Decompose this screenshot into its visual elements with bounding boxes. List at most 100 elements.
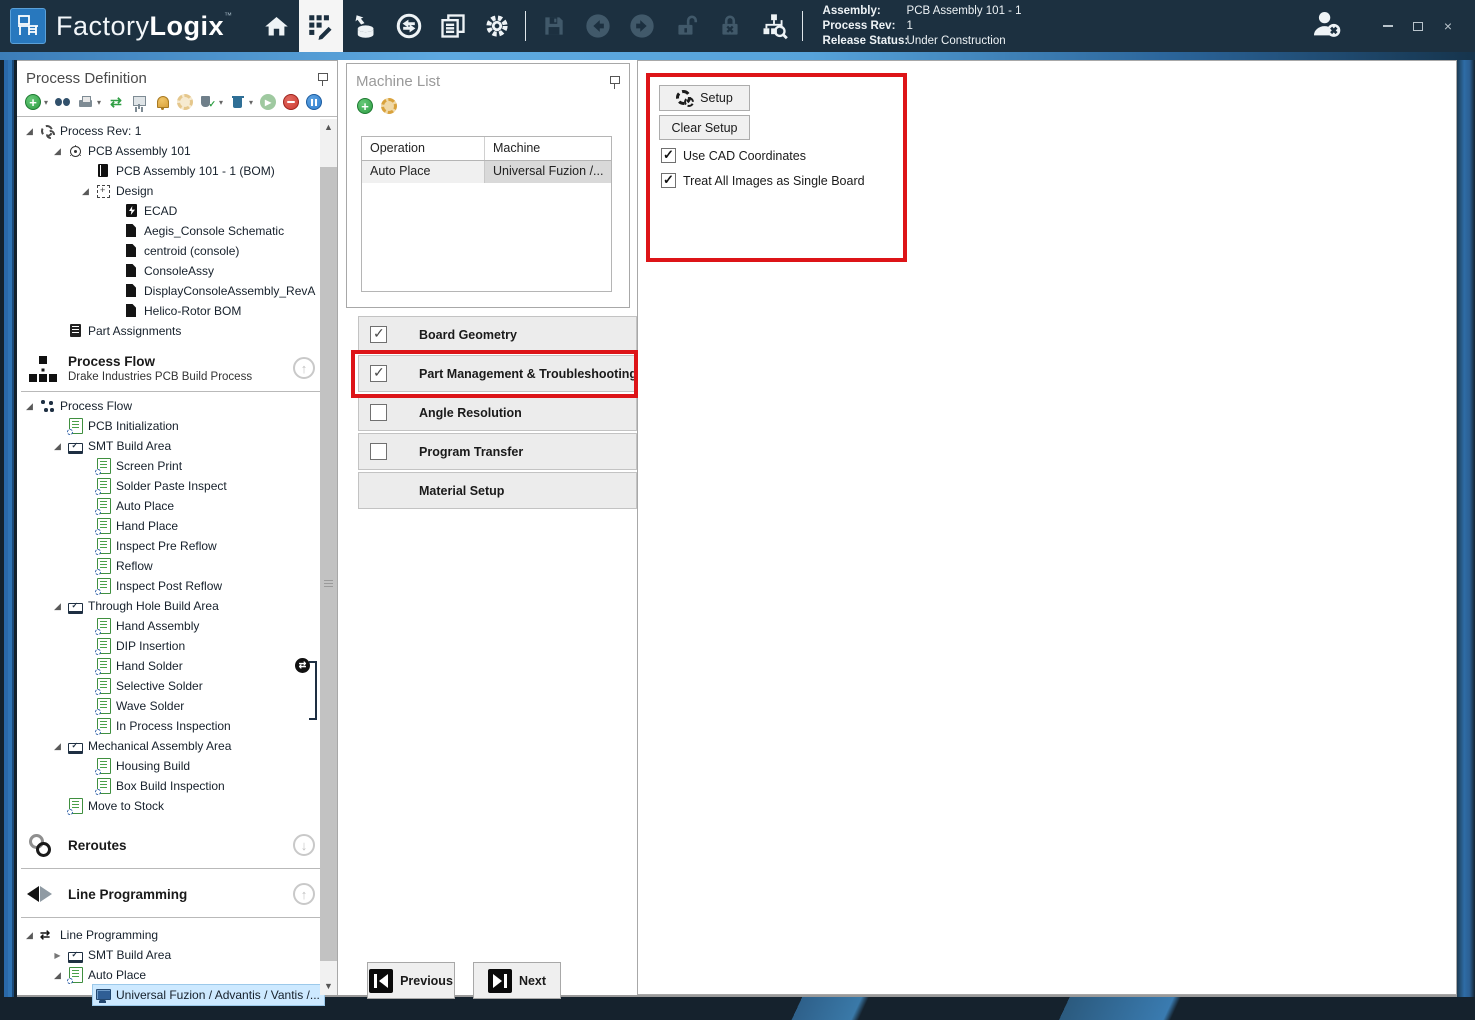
tree-item[interactable]: Aegis_Console Schematic bbox=[17, 221, 337, 241]
tree-item[interactable]: PCB Initialization bbox=[17, 416, 337, 436]
step-row[interactable]: Program Transfer bbox=[358, 433, 637, 470]
expander-icon[interactable] bbox=[50, 741, 65, 752]
chevron-down-icon[interactable]: ▾ bbox=[97, 98, 101, 107]
search-icon[interactable] bbox=[55, 94, 71, 110]
unlock-button[interactable] bbox=[664, 0, 708, 52]
table-row[interactable]: Auto Place Universal Fuzion /... bbox=[362, 161, 611, 183]
logout-user-button[interactable] bbox=[1309, 7, 1343, 46]
tree-item[interactable]: Part Assignments bbox=[17, 321, 337, 341]
process-definition-tab[interactable] bbox=[299, 0, 343, 52]
setup-button[interactable]: Setup bbox=[659, 85, 750, 111]
release-status-stop-icon[interactable] bbox=[283, 94, 299, 110]
tree-item[interactable]: In Process Inspection bbox=[17, 716, 337, 736]
scrollbar[interactable]: ▲ ▼ bbox=[320, 119, 337, 995]
release-status-hold-icon[interactable] bbox=[306, 94, 322, 110]
minimize-button[interactable] bbox=[1375, 15, 1401, 37]
tree-item[interactable]: Through Hole Build Area bbox=[17, 596, 337, 616]
tree-item[interactable]: DisplayConsoleAssembly_RevA bbox=[17, 281, 337, 301]
save-button[interactable] bbox=[532, 0, 576, 52]
tree-item[interactable]: SMT Build Area bbox=[17, 436, 337, 456]
tree-item[interactable]: Auto Place bbox=[17, 965, 337, 985]
tree-item[interactable]: ConsoleAssy bbox=[17, 261, 337, 281]
scroll-up-icon[interactable]: ▲ bbox=[320, 119, 337, 136]
chevron-down-icon[interactable]: ▾ bbox=[249, 98, 253, 107]
audit-view-button[interactable] bbox=[752, 0, 796, 52]
documents-button[interactable] bbox=[431, 0, 475, 52]
column-header-operation[interactable]: Operation bbox=[362, 137, 485, 160]
tree-item[interactable]: Process Rev: 1 bbox=[17, 121, 337, 141]
close-button[interactable]: × bbox=[1435, 15, 1461, 37]
forward-button[interactable] bbox=[620, 0, 664, 52]
step-row[interactable]: Board Geometry bbox=[358, 316, 637, 353]
release-status-go-icon[interactable]: ▶ bbox=[260, 94, 276, 110]
add-machine-button[interactable]: + bbox=[357, 98, 373, 114]
step-checkbox[interactable] bbox=[370, 365, 387, 382]
sync-icon[interactable]: ⇄ bbox=[108, 94, 124, 110]
expander-icon[interactable] bbox=[50, 970, 65, 981]
reroutes-section-header[interactable]: Reroutes ↓ bbox=[17, 824, 337, 868]
use-cad-coordinates-option[interactable]: Use CAD Coordinates bbox=[661, 148, 806, 163]
expander-icon[interactable] bbox=[50, 601, 65, 612]
expander-icon[interactable] bbox=[22, 126, 37, 137]
tree-item[interactable]: Reflow bbox=[17, 556, 337, 576]
scroll-down-icon[interactable]: ▼ bbox=[320, 978, 337, 995]
expander-icon[interactable] bbox=[22, 401, 37, 412]
tree-item[interactable]: Wave Solder bbox=[17, 696, 337, 716]
expander-icon[interactable] bbox=[50, 146, 65, 157]
back-button[interactable] bbox=[576, 0, 620, 52]
machine-settings-icon[interactable] bbox=[381, 98, 397, 114]
previous-button[interactable]: Previous bbox=[367, 962, 455, 999]
step-row[interactable]: Part Management & Troubleshooting bbox=[358, 355, 637, 392]
delete-icon[interactable] bbox=[230, 94, 246, 110]
tree-item[interactable]: Housing Build bbox=[17, 756, 337, 776]
tree-item[interactable]: Selective Solder bbox=[17, 676, 337, 696]
materials-button[interactable] bbox=[343, 0, 387, 52]
step-checkbox[interactable] bbox=[370, 326, 387, 343]
treat-all-images-checkbox[interactable] bbox=[661, 173, 676, 188]
gear-icon[interactable] bbox=[177, 94, 193, 110]
chevron-down-icon[interactable]: ▾ bbox=[219, 98, 223, 107]
line-programming-section-header[interactable]: Line Programming ↑ bbox=[17, 873, 337, 917]
tree-item[interactable]: Inspect Post Reflow bbox=[17, 576, 337, 596]
home-button[interactable] bbox=[255, 0, 299, 52]
expander-icon[interactable] bbox=[50, 441, 65, 452]
step-checkbox[interactable] bbox=[370, 404, 387, 421]
tree-item[interactable]: Mechanical Assembly Area bbox=[17, 736, 337, 756]
transfer-button[interactable] bbox=[387, 0, 431, 52]
collapse-section-button[interactable]: ↑ bbox=[293, 357, 315, 379]
pin-icon[interactable] bbox=[316, 73, 328, 87]
maximize-button[interactable] bbox=[1405, 15, 1431, 37]
tree-item[interactable]: PCB Assembly 101 bbox=[17, 141, 337, 161]
tree-item[interactable]: Hand Assembly bbox=[17, 616, 337, 636]
process-flow-section-header[interactable]: Process Flow Drake Industries PCB Build … bbox=[17, 347, 337, 391]
tree-item[interactable]: Move to Stock bbox=[17, 796, 337, 816]
tree-item[interactable]: Inspect Pre Reflow bbox=[17, 536, 337, 556]
step-checkbox[interactable] bbox=[370, 443, 387, 460]
tree-item[interactable]: Design bbox=[17, 181, 337, 201]
step-row[interactable]: Material Setup bbox=[358, 472, 637, 509]
lock-revision-button[interactable] bbox=[708, 0, 752, 52]
tree-item[interactable]: Box Build Inspection bbox=[17, 776, 337, 796]
expand-section-button[interactable]: ↓ bbox=[293, 834, 315, 856]
presentation-icon[interactable] bbox=[131, 94, 147, 110]
expander-icon[interactable] bbox=[78, 186, 93, 197]
collapse-section-button[interactable]: ↑ bbox=[293, 883, 315, 905]
tree-item[interactable]: PCB Assembly 101 - 1 (BOM) bbox=[17, 161, 337, 181]
tree-item[interactable]: Helico-Rotor BOM bbox=[17, 301, 337, 321]
treat-all-images-option[interactable]: Treat All Images as Single Board bbox=[661, 173, 865, 188]
tree-item[interactable]: Screen Print bbox=[17, 456, 337, 476]
column-header-machine[interactable]: Machine bbox=[485, 137, 611, 160]
step-row[interactable]: Angle Resolution bbox=[358, 394, 637, 431]
tree-item[interactable]: Hand Solder bbox=[17, 656, 337, 676]
next-button[interactable]: Next bbox=[473, 962, 561, 999]
tree-item[interactable]: ECAD bbox=[17, 201, 337, 221]
tree-item[interactable]: Process Flow bbox=[17, 396, 337, 416]
tree-item[interactable]: Hand Place bbox=[17, 516, 337, 536]
print-button[interactable] bbox=[78, 94, 94, 110]
chevron-down-icon[interactable]: ▾ bbox=[44, 98, 48, 107]
settings-gear-button[interactable] bbox=[475, 0, 519, 52]
machine-cell[interactable]: Universal Fuzion /... bbox=[485, 161, 611, 183]
tree-item[interactable]: Solder Paste Inspect bbox=[17, 476, 337, 496]
expander-icon[interactable] bbox=[22, 930, 37, 941]
bell-icon[interactable] bbox=[154, 94, 170, 110]
